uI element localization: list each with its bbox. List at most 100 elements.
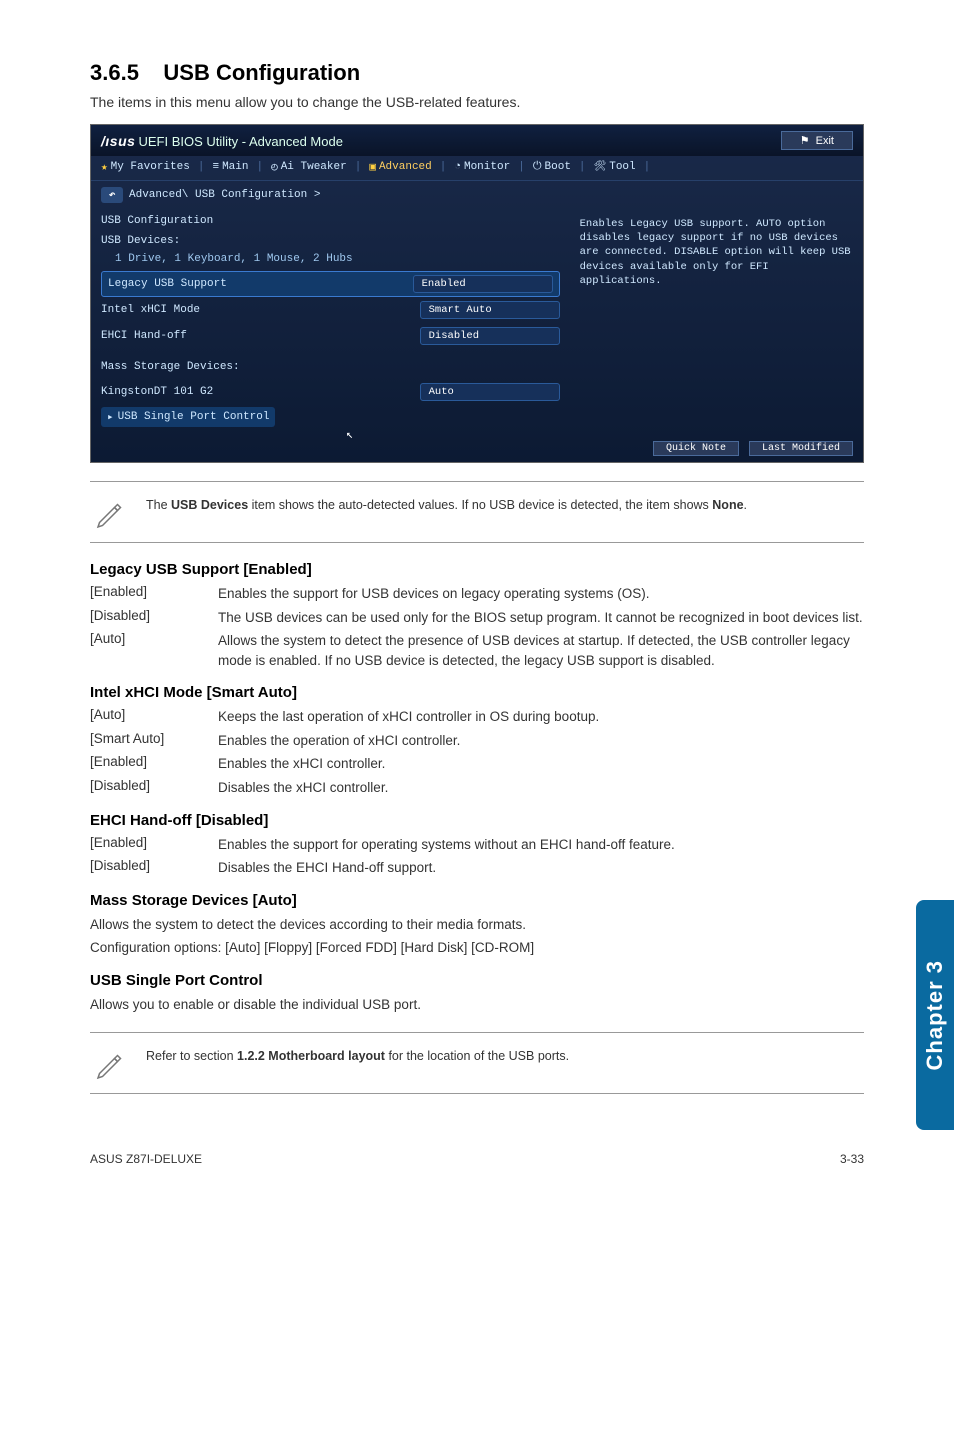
tab-tool-label: Tool xyxy=(609,161,635,173)
opt-val: Enables the support for operating system… xyxy=(218,835,864,855)
flag-icon xyxy=(800,134,810,147)
tab-tool[interactable]: Tool xyxy=(594,160,636,174)
note-text: The USB Devices item shows the auto-dete… xyxy=(146,492,864,514)
ehci-label: EHCI Hand-off xyxy=(101,330,420,342)
usb-devices-list: 1 Drive, 1 Keyboard, 1 Mouse, 2 Hubs xyxy=(101,253,560,271)
ehci-heading: EHCI Hand-off [Disabled] xyxy=(90,812,864,829)
ai-icon xyxy=(271,160,278,174)
usb-devices-label: USB Devices: xyxy=(101,233,560,253)
opt-ehci-enabled: [Enabled] Enables the support for operati… xyxy=(90,835,864,855)
last-modified-button[interactable]: Last Modified xyxy=(749,441,853,456)
breadcrumb: ↶ Advanced\ USB Configuration > xyxy=(91,181,863,209)
footer-page-number: 3-33 xyxy=(840,1152,864,1166)
tool-icon xyxy=(594,161,607,173)
bios-mode-text: UEFI BIOS Utility - Advanced Mode xyxy=(138,134,342,149)
chevron-right-icon: ▸ xyxy=(107,410,114,424)
opt-val: Allows the system to detect the presence… xyxy=(218,631,864,670)
kingston-value[interactable]: Auto xyxy=(420,383,560,401)
note2-text: Refer to section 1.2.2 Motherboard layou… xyxy=(146,1043,864,1065)
ehci-value[interactable]: Disabled xyxy=(420,327,560,345)
tab-main[interactable]: Main xyxy=(212,160,248,174)
xhci-value[interactable]: Smart Auto xyxy=(420,301,560,319)
legacy-usb-heading: Legacy USB Support [Enabled] xyxy=(90,561,864,578)
opt-val: Enables the operation of xHCI controller… xyxy=(218,731,864,751)
quick-note-button[interactable]: Quick Note xyxy=(653,441,739,456)
note-bold-usb-devices: USB Devices xyxy=(171,498,248,512)
note-motherboard-layout: Refer to section 1.2.2 Motherboard layou… xyxy=(90,1032,864,1094)
usb-single-heading: USB Single Port Control xyxy=(90,972,864,989)
menu-icon xyxy=(212,161,219,173)
opt-key: [Enabled] xyxy=(90,835,200,850)
row-xhci-mode[interactable]: Intel xHCI Mode Smart Auto xyxy=(101,297,560,323)
tab-ai-label: Ai Tweaker xyxy=(281,161,347,173)
back-button[interactable]: ↶ xyxy=(101,187,123,203)
row-ehci-handoff[interactable]: EHCI Hand-off Disabled xyxy=(101,323,560,349)
note2-bold: 1.2.2 Motherboard layout xyxy=(237,1049,385,1063)
section-title-text: USB Configuration xyxy=(163,60,360,85)
opt-legacy-enabled: [Enabled]Enables the support for USB dev… xyxy=(90,584,864,604)
note2-pre: Refer to section xyxy=(146,1049,237,1063)
tab-monitor-label: Monitor xyxy=(464,161,510,173)
section-number: 3.6.5 xyxy=(90,60,139,85)
chapter-side-tab: Chapter 3 xyxy=(916,900,954,1130)
mass-line2: Configuration options: [Auto] [Floppy] [… xyxy=(90,938,864,958)
opt-xhci-auto: [Auto] Keeps the last operation of xHCI c… xyxy=(90,707,864,727)
opt-key: [Auto] xyxy=(90,707,200,722)
exit-button[interactable]: Exit xyxy=(781,131,853,150)
opt-xhci-enabled: [Enabled]Enables the xHCI controller. xyxy=(90,754,864,774)
bios-screenshot: /ısus UEFI BIOS Utility - Advanced Mode … xyxy=(90,124,864,463)
tab-boot-label: Boot xyxy=(545,161,571,173)
opt-key: [Enabled] xyxy=(90,754,200,769)
legacy-usb-value[interactable]: Enabled xyxy=(413,275,553,293)
bios-footer: Quick Note Last Modified xyxy=(91,437,863,462)
intro-text: The items in this menu allow you to chan… xyxy=(90,94,864,110)
legacy-usb-label: Legacy USB Support xyxy=(108,278,413,290)
usb-single-line1: Allows you to enable or disable the indi… xyxy=(90,995,864,1015)
opt-ehci-disabled: [Disabled]Disables the EHCI Hand-off sup… xyxy=(90,858,864,878)
tab-main-label: Main xyxy=(222,161,248,173)
xhci-heading: Intel xHCI Mode [Smart Auto] xyxy=(90,684,864,701)
tab-ai-tweaker[interactable]: Ai Tweaker xyxy=(271,160,347,174)
opt-legacy-disabled: [Disabled] The USB devices can be used on… xyxy=(90,608,864,628)
mass-storage-heading: Mass Storage Devices [Auto] xyxy=(90,892,864,909)
cursor-icon: ↖ xyxy=(346,427,353,442)
opt-val: Keeps the last operation of xHCI control… xyxy=(218,707,864,727)
tab-advanced-label: Advanced xyxy=(379,161,432,173)
section-heading: 3.6.5 USB Configuration xyxy=(90,60,864,86)
page-footer: ASUS Z87I-DELUXE 3-33 xyxy=(0,1152,954,1190)
row-legacy-usb[interactable]: Legacy USB Support Enabled xyxy=(101,271,560,297)
mass-line1: Allows the system to detect the devices … xyxy=(90,915,864,935)
opt-val: The USB devices can be used only for the… xyxy=(218,608,864,628)
bios-help-panel: Enables Legacy USB support. AUTO option … xyxy=(570,209,863,437)
star-icon xyxy=(101,160,108,174)
chapter-label: Chapter 3 xyxy=(922,960,948,1070)
bios-help-text: Enables Legacy USB support. AUTO option … xyxy=(580,217,853,288)
tab-boot[interactable]: Boot xyxy=(533,160,571,174)
pencil-icon xyxy=(90,1043,130,1083)
breadcrumb-text: Advanced\ USB Configuration > xyxy=(129,189,320,201)
tab-monitor[interactable]: Monitor xyxy=(454,160,510,174)
tab-advanced[interactable]: Advanced xyxy=(369,160,431,174)
pencil-icon xyxy=(90,492,130,532)
bios-titlebar: /ısus UEFI BIOS Utility - Advanced Mode … xyxy=(91,125,863,156)
footer-product: ASUS Z87I-DELUXE xyxy=(90,1152,202,1166)
note-usb-devices: The USB Devices item shows the auto-dete… xyxy=(90,481,864,543)
usb-config-header: USB Configuration xyxy=(101,213,560,233)
opt-key: [Disabled] xyxy=(90,608,200,623)
note2-post: for the location of the USB ports. xyxy=(385,1049,569,1063)
opt-legacy-auto: [Auto]Allows the system to detect the pr… xyxy=(90,631,864,670)
bios-brand-logo: /ısus xyxy=(101,133,135,149)
tab-favorites[interactable]: My Favorites xyxy=(101,160,190,174)
exit-label: Exit xyxy=(816,135,834,147)
opt-val: Disables the xHCI controller. xyxy=(218,778,864,798)
row-usb-single-port[interactable]: ▸ USB Single Port Control xyxy=(101,407,275,427)
monitor-icon xyxy=(454,161,461,173)
advanced-icon xyxy=(369,160,376,174)
tab-favorites-label: My Favorites xyxy=(111,161,190,173)
usb-single-port-label: USB Single Port Control xyxy=(118,411,270,423)
opt-key: [Smart Auto] xyxy=(90,731,200,746)
row-kingston[interactable]: KingstonDT 101 G2 Auto xyxy=(101,379,560,405)
opt-key: [Disabled] xyxy=(90,778,200,793)
mass-storage-header: Mass Storage Devices: xyxy=(101,359,560,379)
opt-val: Enables the support for USB devices on l… xyxy=(218,584,864,604)
